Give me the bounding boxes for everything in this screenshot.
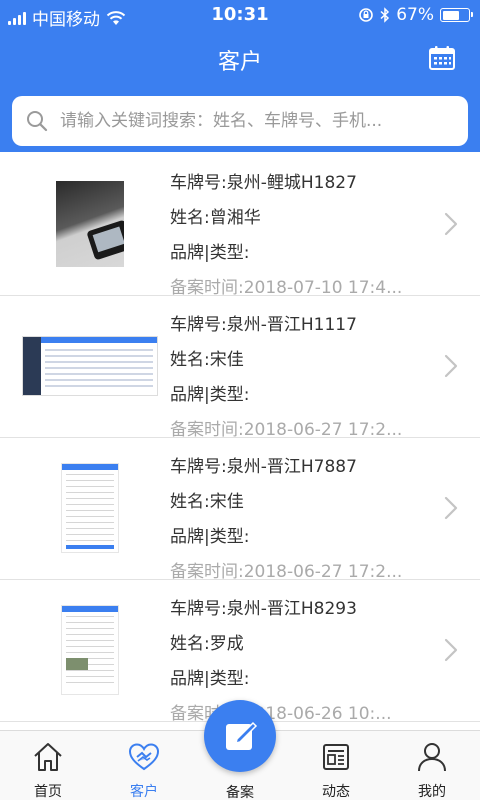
brand-type: 品牌|类型:	[170, 243, 250, 263]
search-input[interactable]	[58, 110, 462, 132]
page-title: 客户	[217, 50, 262, 75]
battery-icon	[440, 8, 473, 22]
chevron-right-icon	[444, 496, 458, 520]
plate-number: 车牌号:泉州-晋江H1117	[170, 315, 357, 335]
news-icon	[323, 744, 349, 770]
customer-thumbnail	[22, 318, 158, 414]
header: 中国移动 10:31 67% 客户 请输入关键词搜索：姓名、车牌号、手机...	[0, 0, 480, 152]
plate-number: 车牌号:泉州-晋江H8293	[170, 599, 357, 619]
thumbnail-image	[61, 605, 119, 695]
tab-home-label: 首页	[34, 784, 62, 800]
orientation-lock-icon	[359, 8, 374, 22]
status-bar: 中国移动 10:31 67%	[0, 0, 480, 30]
file-record-label: 备案	[226, 785, 254, 800]
battery-percent: 67%	[396, 5, 434, 25]
plate-number: 车牌号:泉州-鲤城H1827	[170, 173, 357, 193]
plate-number: 车牌号:泉州-晋江H7887	[170, 457, 357, 477]
tab-mine[interactable]: 我的	[384, 731, 480, 800]
calendar-button[interactable]	[428, 44, 456, 72]
brand-type: 品牌|类型:	[170, 669, 250, 689]
brand-type: 品牌|类型:	[170, 385, 250, 405]
battery-fill	[442, 10, 459, 20]
customer-row[interactable]: 车牌号:泉州-晋江H7887 姓名:宋佳 品牌|类型: 备案时间:2018-06-27…	[0, 438, 480, 582]
tab-news-label: 动态	[322, 784, 350, 800]
thumbnail-image	[22, 336, 158, 396]
customer-name: 姓名:宋佳	[170, 350, 244, 370]
customer-row[interactable]: 车牌号:泉州-晋江H1117 姓名:宋佳 品牌|类型: 备案时间:2018-06-27…	[0, 296, 480, 440]
customer-info: 车牌号:泉州-晋江H8293 姓名:罗成 品牌|类型: 备案时间:2018-06-26…	[170, 594, 430, 730]
customer-name: 姓名:罗成	[170, 634, 244, 654]
customer-name: 姓名:宋佳	[170, 492, 244, 512]
app-root: 中国移动 10:31 67% 客户 请输入关键词搜索：姓名、车牌号、手机... …	[0, 0, 480, 800]
chevron-right-icon	[444, 212, 458, 236]
search-icon	[27, 111, 48, 132]
thumbnail-image	[56, 181, 124, 267]
calendar-icon	[429, 46, 455, 70]
customer-name: 姓名:曾湘华	[170, 208, 261, 228]
home-icon	[34, 743, 62, 771]
customer-thumbnail	[22, 176, 158, 272]
customer-thumbnail	[22, 602, 158, 698]
heart-icon	[128, 743, 160, 771]
user-icon	[418, 743, 446, 772]
brand-type: 品牌|类型:	[170, 527, 250, 547]
tab-customers[interactable]: 客户	[96, 731, 192, 800]
tab-home[interactable]: 首页	[0, 731, 96, 800]
tab-mine-label: 我的	[418, 784, 446, 800]
tab-customers-label: 客户	[130, 784, 158, 800]
chevron-right-icon	[444, 354, 458, 378]
customer-thumbnail	[22, 460, 158, 556]
bluetooth-icon	[380, 7, 390, 23]
search-bar[interactable]	[12, 96, 468, 146]
customer-info: 车牌号:泉州-晋江H1117 姓名:宋佳 品牌|类型: 备案时间:2018-06-27…	[170, 310, 430, 450]
customer-list: 车牌号:泉州-鲤城H1827 姓名:曾湘华 品牌|类型: 备案时间:2018-07-1…	[0, 154, 480, 730]
chevron-right-icon	[444, 638, 458, 662]
edit-icon	[226, 721, 258, 750]
thumbnail-image	[61, 463, 119, 553]
customer-info: 车牌号:泉州-晋江H7887 姓名:宋佳 品牌|类型: 备案时间:2018-06-27…	[170, 452, 430, 592]
status-right: 67%	[358, 5, 473, 25]
customer-info: 车牌号:泉州-鲤城H1827 姓名:曾湘华 品牌|类型: 备案时间:2018-07-1…	[170, 168, 430, 308]
customer-row[interactable]: 车牌号:泉州-鲤城H1827 姓名:曾湘华 品牌|类型: 备案时间:2018-07-1…	[0, 154, 480, 298]
tab-news[interactable]: 动态	[288, 731, 384, 800]
file-record-button[interactable]	[204, 700, 276, 772]
